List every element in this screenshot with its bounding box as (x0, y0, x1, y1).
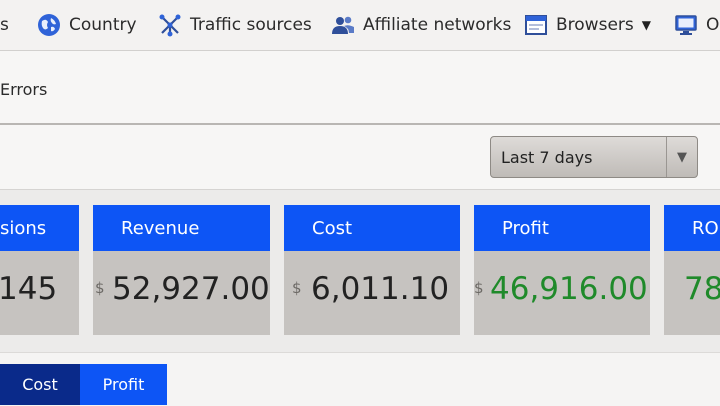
currency-symbol: $ (95, 279, 105, 297)
metric-card-value: 145 (0, 271, 58, 307)
nav-item-browsers-label: Browsers (556, 15, 634, 35)
nav-item-traffic-sources-label: Traffic sources (190, 15, 312, 35)
metric-card-title: Profit (474, 205, 650, 251)
metric-card-title: Cost (284, 205, 460, 251)
metric-card-value: 52,927.00 (112, 271, 270, 307)
tab-profit[interactable]: Profit (80, 364, 167, 405)
nav-item-partial[interactable]: s (0, 11, 9, 39)
tab-cost-label: Cost (22, 375, 58, 394)
metric-card-title: RO (664, 205, 720, 251)
browser-window-icon (524, 13, 548, 37)
metric-card-roi: RO 78 (664, 205, 720, 335)
date-range-value: Last 7 days (501, 148, 593, 167)
nav-item-affiliate-networks-label: Affiliate networks (363, 15, 512, 35)
nav-item-country[interactable]: Country (37, 11, 137, 39)
nav-item-country-label: Country (69, 15, 137, 35)
date-range-select[interactable]: Last 7 days ▼ (490, 136, 698, 178)
users-icon (331, 13, 355, 37)
nav-item-os[interactable]: O: (674, 11, 720, 39)
tab-cost[interactable]: Cost (0, 364, 80, 405)
metric-card-cost: Cost $ 6,011.10 (284, 205, 460, 335)
metric-card-value: 78 (684, 271, 720, 307)
nav-item-os-label: O: (706, 15, 720, 35)
globe-icon (37, 13, 61, 37)
nav-item-affiliate-networks[interactable]: Affiliate networks (331, 11, 511, 39)
errors-link[interactable]: Errors (0, 80, 47, 99)
currency-symbol: $ (292, 279, 302, 297)
chevron-down-icon[interactable]: ▼ (666, 137, 697, 177)
currency-symbol: $ (474, 279, 484, 297)
metric-card-value: 6,011.10 (311, 271, 450, 307)
chevron-down-icon: ▼ (641, 18, 651, 32)
metric-card-conversions: sions 145 (0, 205, 79, 335)
monitor-icon (674, 13, 698, 37)
metric-card-revenue: Revenue $ 52,927.00 (93, 205, 270, 335)
top-navigation: s Country Traffic sources Affiliate netw… (0, 0, 720, 51)
nav-item-partial-label: s (0, 15, 9, 35)
nav-item-browsers[interactable]: Browsers ▼ (524, 11, 651, 39)
sub-navigation (0, 51, 720, 125)
nav-item-traffic-sources[interactable]: Traffic sources (158, 11, 312, 39)
traffic-sources-icon (158, 13, 182, 37)
metric-card-value: 46,916.00 (490, 271, 648, 307)
metric-card-title: Revenue (93, 205, 270, 251)
metric-card-title: sions (0, 205, 79, 251)
metric-card-profit: Profit $ 46,916.00 (474, 205, 650, 335)
tab-profit-label: Profit (102, 375, 145, 394)
